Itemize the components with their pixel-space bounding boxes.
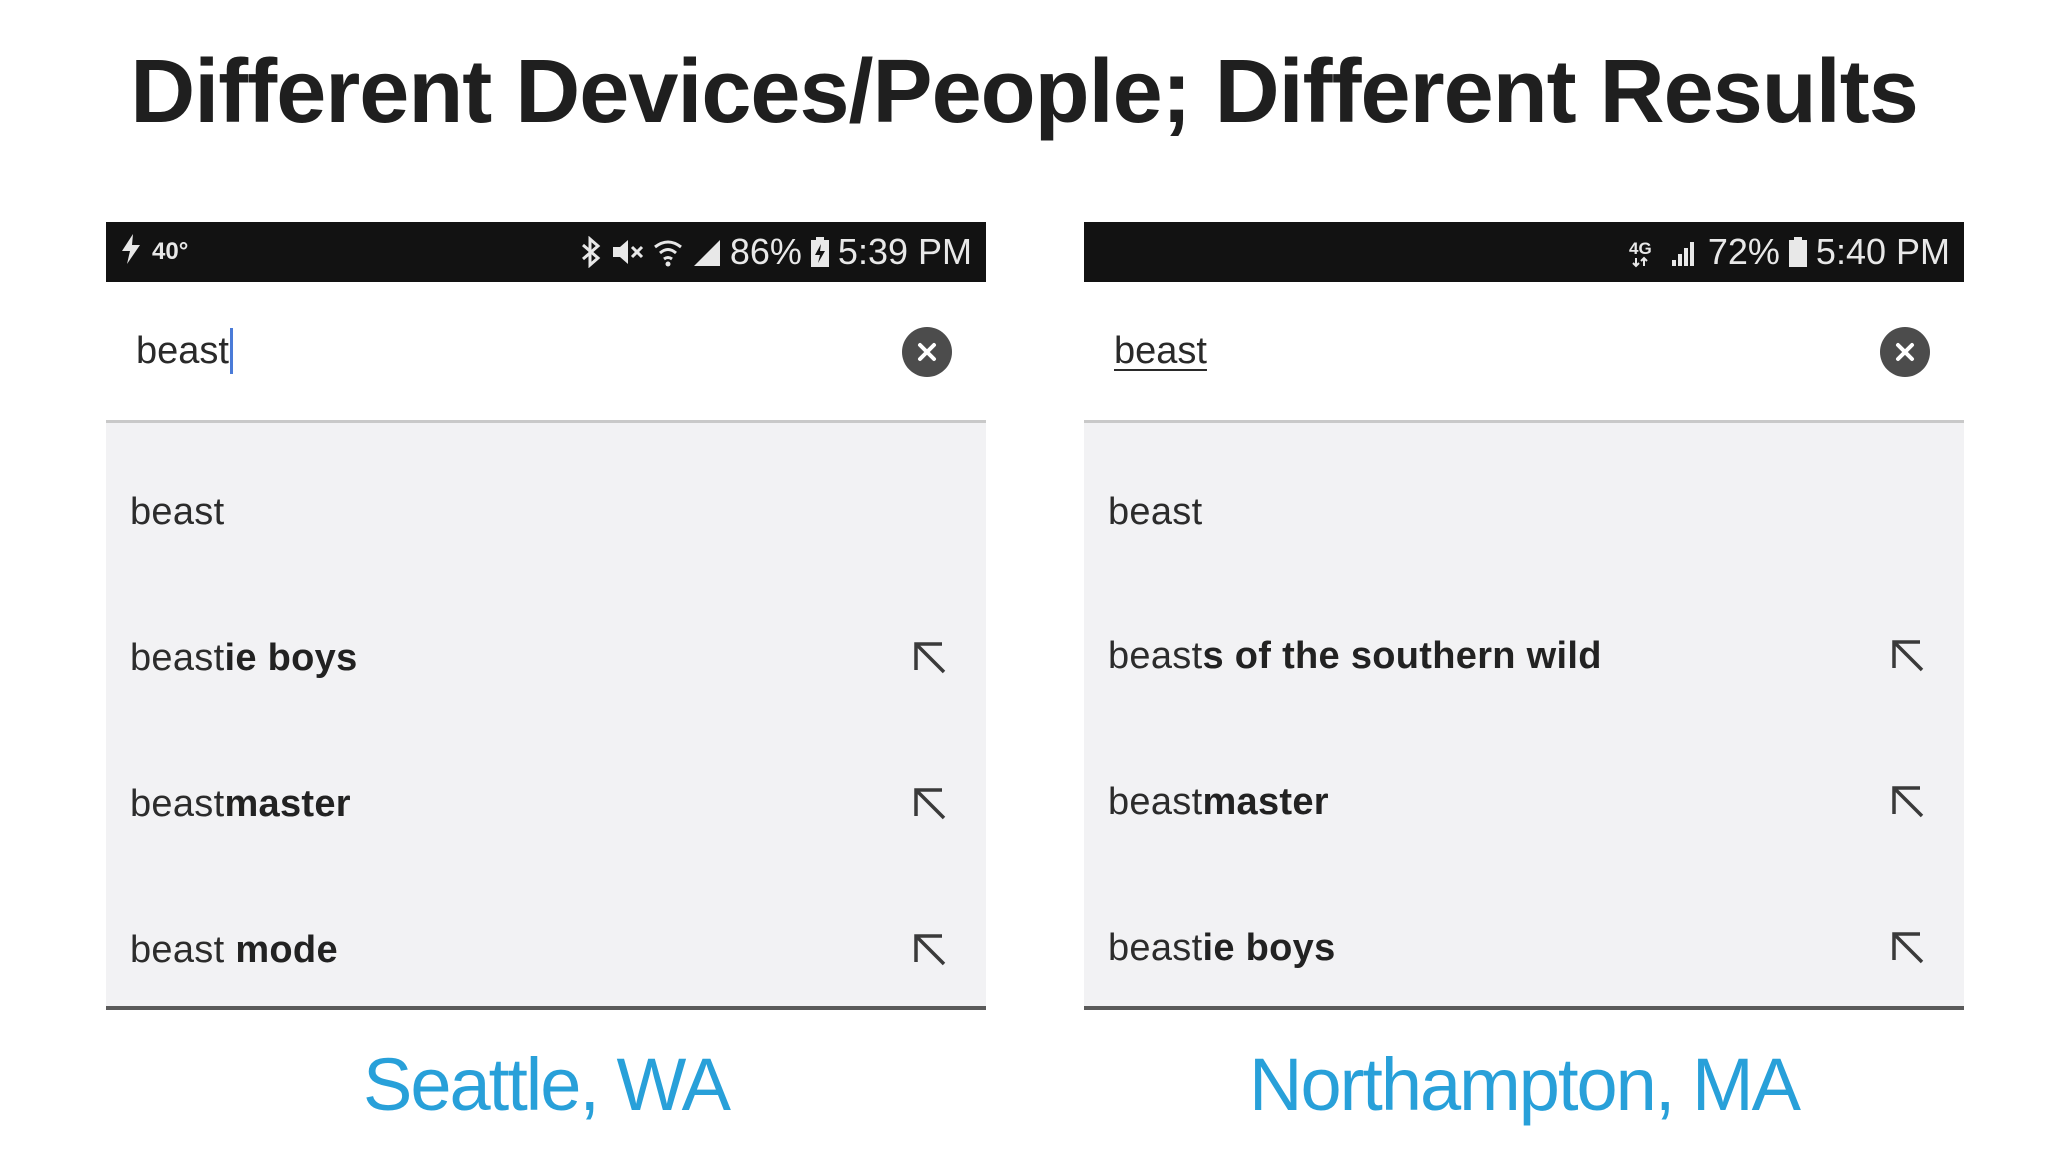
signal-icon: [1670, 236, 1700, 268]
search-query-text: beast: [1114, 329, 1207, 372]
wifi-icon: [652, 236, 684, 268]
suggestion-label: beast: [130, 490, 225, 533]
location-caption-northampton: Northampton, MA: [1249, 1043, 1801, 1126]
temperature-text: 40°: [152, 238, 189, 265]
suggestion-label: beast mode: [130, 928, 338, 971]
clock-text: 5:39 PM: [837, 231, 972, 272]
search-query-text: beast: [136, 329, 229, 372]
fill-query-arrow-icon[interactable]: [1890, 784, 1926, 820]
search-input[interactable]: beast: [136, 282, 233, 420]
suggestion-label: beast ie boys: [1108, 926, 1336, 969]
fill-query-arrow-icon[interactable]: [912, 640, 948, 676]
battery-charging-icon: [810, 236, 830, 268]
battery-percent: 86%: [729, 231, 802, 272]
4g-icon: 4G: [1628, 236, 1662, 268]
fill-query-arrow-icon[interactable]: [1890, 638, 1926, 674]
phone-screenshot-seattle: 40° 86% 5:39 PM beast beast beast ie boy…: [106, 222, 986, 1010]
suggestion-item[interactable]: beast: [1084, 462, 1964, 562]
suggestion-label: beast ie boys: [130, 636, 358, 679]
close-icon: [918, 343, 936, 361]
suggestion-item[interactable]: beast mode: [106, 900, 986, 1000]
phone-screenshot-northampton: 4G 72% 5:40 PM beast beast beast s of the…: [1084, 222, 1964, 1010]
battery-icon: [1788, 236, 1808, 268]
text-cursor: [229, 328, 233, 374]
network-type-text: 4G: [1629, 239, 1652, 258]
suggestion-item[interactable]: beast ie boys: [1084, 898, 1964, 998]
status-bar: 40° 86% 5:39 PM: [106, 222, 986, 282]
suggestion-item[interactable]: beast ie boys: [106, 608, 986, 708]
suggestion-item[interactable]: beast: [106, 462, 986, 562]
suggestion-label: beast: [1108, 490, 1203, 533]
signal-icon: [692, 236, 722, 268]
search-box[interactable]: beast: [106, 282, 986, 423]
clear-search-button[interactable]: [902, 327, 952, 377]
location-caption-seattle: Seattle, WA: [363, 1043, 731, 1126]
suggestion-item[interactable]: beast s of the southern wild: [1084, 606, 1964, 706]
search-box[interactable]: beast: [1084, 282, 1964, 423]
fill-query-arrow-icon[interactable]: [1890, 930, 1926, 966]
suggestion-item[interactable]: beast master: [1084, 752, 1964, 852]
flash-icon: [120, 233, 142, 271]
suggestion-label: beast master: [1108, 780, 1329, 823]
bluetooth-icon: [580, 236, 602, 268]
mute-icon: [610, 236, 644, 268]
fill-query-arrow-icon[interactable]: [912, 932, 948, 968]
suggestion-label: beast master: [130, 782, 351, 825]
suggestion-label: beast s of the southern wild: [1108, 634, 1602, 677]
battery-percent: 72%: [1707, 231, 1780, 272]
clear-search-button[interactable]: [1880, 327, 1930, 377]
divider: [1084, 1006, 1964, 1010]
search-input[interactable]: beast: [1114, 282, 1207, 420]
divider: [106, 1006, 986, 1010]
close-icon: [1896, 343, 1914, 361]
suggestion-item[interactable]: beast master: [106, 754, 986, 854]
fill-query-arrow-icon[interactable]: [912, 786, 948, 822]
slide-title: Different Devices/People; Different Resu…: [130, 42, 1919, 142]
status-bar: 4G 72% 5:40 PM: [1084, 222, 1964, 282]
clock-text: 5:40 PM: [1815, 231, 1950, 272]
